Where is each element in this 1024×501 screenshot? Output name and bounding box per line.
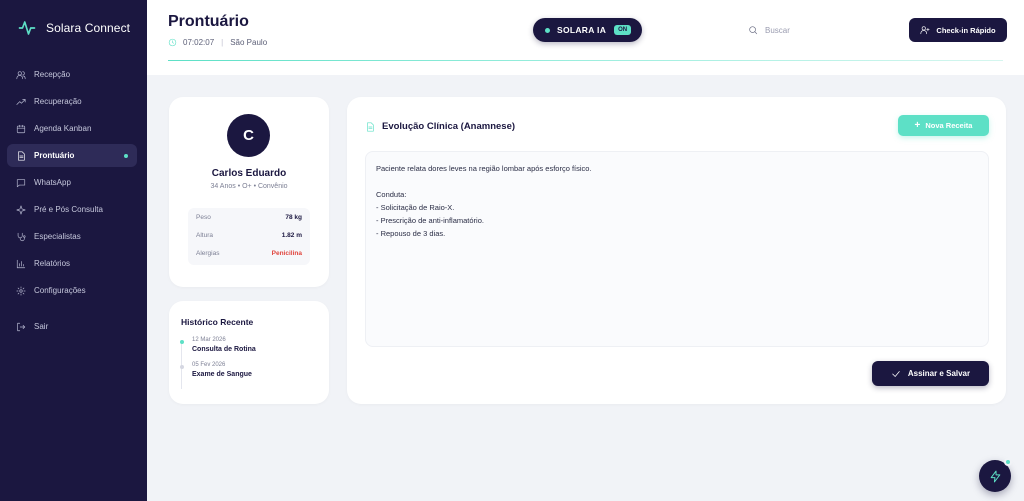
assinar-salvar-label: Assinar e Salvar [907, 369, 971, 378]
header-divider [168, 60, 1003, 61]
avatar: C [227, 114, 270, 157]
calendar-icon [16, 124, 26, 133]
stethoscope-icon [17, 232, 26, 241]
evolution-title: Evolução Clínica (Anamnese) [382, 121, 516, 132]
sidebar-item-label: Recuperação [34, 97, 82, 106]
subline-separator: | [221, 38, 224, 47]
sidebar-item-label: Recepção [34, 70, 71, 79]
document-icon [367, 122, 374, 131]
sidebar-item-configuracoes[interactable]: Configurações [7, 279, 137, 302]
vital-value: 1.82 m [281, 231, 302, 239]
vital-row-peso: Peso 78 kg [196, 208, 302, 226]
evolution-textarea[interactable]: Paciente relata dores leves na região lo… [365, 151, 989, 347]
sidebar-item-label: Configurações [34, 286, 86, 295]
timeline-bullet [179, 340, 184, 344]
history-item[interactable]: 05 Fev 2026 Exame de Sangue [179, 362, 321, 378]
logout-icon [17, 322, 26, 331]
history-label: Exame de Sangue [192, 371, 252, 378]
history-timeline: 12 Mar 2026 Consulta de Rotina 05 Fev 20… [179, 337, 321, 389]
pulse-logo-icon [18, 21, 36, 35]
history-title: Histórico Recente [181, 317, 254, 327]
check-icon [892, 370, 900, 377]
gear-icon [16, 286, 26, 295]
sidebar-item-agenda-kanban[interactable]: Agenda Kanban [7, 117, 137, 140]
notification-dot [1004, 458, 1012, 466]
bar-chart-icon [16, 259, 26, 268]
nova-receita-label: Nova Receita [925, 121, 973, 130]
document-icon [18, 151, 25, 160]
history-date: 12 Mar 2026 [192, 337, 226, 343]
vital-value: 78 kg [285, 213, 302, 221]
vital-value-alert: Penicilina [271, 249, 302, 257]
solara-ia-toggle[interactable]: SOLARA IA ON [533, 18, 642, 42]
sidebar-item-whatsapp[interactable]: WhatsApp [7, 171, 137, 194]
lightning-icon [990, 470, 1000, 482]
active-indicator [124, 154, 128, 158]
check-in-rapido-button[interactable]: Check-in Rápido [909, 18, 1007, 42]
sparkle-icon [16, 205, 26, 214]
sidebar-item-label: Prontuário [34, 151, 75, 160]
sidebar-item-label: WhatsApp [34, 178, 71, 187]
vital-key: Altura [196, 231, 213, 239]
sidebar-item-sair[interactable]: Sair [7, 315, 137, 338]
history-label: Consulta de Rotina [192, 346, 256, 353]
sidebar-item-label: Sair [34, 322, 49, 331]
sidebar-item-label: Pré e Pós Consulta [34, 205, 103, 214]
sidebar-item-especialistas[interactable]: Especialistas [7, 225, 137, 248]
timeline-bullet [179, 365, 184, 369]
nova-receita-button[interactable]: + Nova Receita [898, 115, 989, 136]
location: São Paulo [230, 38, 268, 47]
sidebar-item-relatorios[interactable]: Relatórios [7, 252, 137, 275]
sidebar-nav: Recepção Recuperação Agenda Kanban Pront… [7, 63, 137, 342]
evolution-header: Evolução Clínica (Anamnese) [365, 121, 515, 132]
users-icon [16, 70, 26, 79]
brand-name: Solara Connect [46, 21, 131, 35]
sidebar: Solara Connect Recepção Recuperação Agen… [0, 0, 147, 501]
clock-icon [168, 38, 177, 47]
trending-up-icon [16, 98, 26, 105]
vital-key: Peso [196, 213, 211, 221]
user-plus-icon [920, 26, 930, 35]
vital-key: Alergias [196, 249, 220, 257]
sidebar-item-label: Especialistas [34, 232, 81, 241]
vitals-panel: Peso 78 kg Altura 1.82 m Alergias Penici… [188, 208, 310, 265]
page-title: Prontuário [168, 13, 249, 30]
history-card: Histórico Recente 12 Mar 2026 Consulta d… [169, 301, 329, 404]
patient-meta: 34 Anos • O+ • Convênio [210, 183, 288, 190]
patient-card: C Carlos Eduardo 34 Anos • O+ • Convênio… [169, 97, 329, 287]
ai-label: SOLARA IA [557, 25, 607, 35]
sidebar-item-recepcao[interactable]: Recepção [7, 63, 137, 86]
brand[interactable]: Solara Connect [18, 19, 130, 37]
chat-icon [16, 178, 26, 187]
check-in-label: Check-in Rápido [936, 25, 996, 35]
history-item[interactable]: 12 Mar 2026 Consulta de Rotina [179, 337, 321, 353]
vital-row-alergias: Alergias Penicilina [196, 244, 302, 262]
search-icon [749, 26, 758, 35]
vital-row-altura: Altura 1.82 m [196, 226, 302, 244]
search-input[interactable] [765, 25, 885, 35]
current-time: 07:02:07 [183, 38, 215, 47]
header: Prontuário 07:02:07 | São Paulo SOLARA I… [147, 0, 1024, 75]
nav-separator [7, 306, 137, 315]
assinar-salvar-button[interactable]: Assinar e Salvar [872, 361, 989, 386]
patient-name: Carlos Eduardo [211, 168, 287, 179]
sidebar-item-recuperacao[interactable]: Recuperação [7, 90, 137, 113]
search-box [740, 20, 900, 40]
header-subline: 07:02:07 | São Paulo [168, 38, 267, 47]
ai-status-badge: ON [614, 25, 632, 35]
quick-action-button[interactable] [979, 458, 1012, 492]
evolution-card: Evolução Clínica (Anamnese) + Nova Recei… [347, 97, 1006, 404]
sidebar-item-label: Relatórios [34, 259, 71, 268]
sidebar-item-prontuario[interactable]: Prontuário [7, 144, 137, 167]
sidebar-item-label: Agenda Kanban [34, 124, 92, 133]
sidebar-item-pre-pos-consulta[interactable]: Pré e Pós Consulta [7, 198, 137, 221]
ai-status-dot [545, 27, 550, 33]
history-date: 05 Fev 2026 [192, 362, 226, 368]
plus-icon: + [914, 119, 921, 131]
